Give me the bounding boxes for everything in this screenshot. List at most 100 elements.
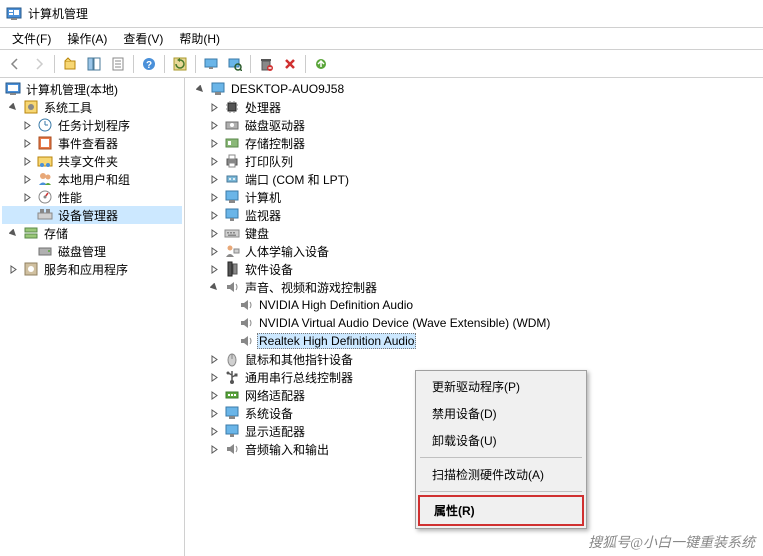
uninstall-button[interactable]	[255, 53, 277, 75]
expand-icon[interactable]	[20, 136, 34, 150]
toolbar-separator	[54, 55, 55, 73]
expand-icon[interactable]	[207, 352, 221, 366]
device-keyboards[interactable]: 键盘	[189, 224, 759, 242]
tree-event-viewer[interactable]: 事件查看器	[2, 134, 182, 152]
expand-icon[interactable]	[207, 154, 221, 168]
expand-icon[interactable]	[20, 118, 34, 132]
device-mice[interactable]: 鼠标和其他指针设备	[189, 350, 759, 368]
device-computer[interactable]: DESKTOP-AUO9J58	[189, 80, 759, 98]
forward-button[interactable]	[28, 53, 50, 75]
device-computer-cat[interactable]: 计算机	[189, 188, 759, 206]
expand-icon[interactable]	[207, 424, 221, 438]
device-label: 网络适配器	[243, 387, 307, 404]
show-hide-tree-button[interactable]	[83, 53, 105, 75]
properties-button[interactable]	[107, 53, 129, 75]
menu-scan-hardware[interactable]: 扫描检测硬件改动(A)	[418, 461, 584, 488]
scan-hardware-button[interactable]	[224, 53, 246, 75]
help-button[interactable]: ?	[138, 53, 160, 75]
device-sound-nvidia-hd[interactable]: NVIDIA High Definition Audio	[189, 296, 759, 314]
toolbar-separator	[195, 55, 196, 73]
device-disk-drives[interactable]: 磁盘驱动器	[189, 116, 759, 134]
menu-separator	[420, 457, 582, 458]
expand-icon[interactable]	[207, 208, 221, 222]
up-button[interactable]	[59, 53, 81, 75]
device-processor[interactable]: 处理器	[189, 98, 759, 116]
expand-icon[interactable]	[207, 442, 221, 456]
device-sound-nvidia-virtual[interactable]: NVIDIA Virtual Audio Device (Wave Extens…	[189, 314, 759, 332]
tree-performance[interactable]: 性能	[2, 188, 182, 206]
expand-icon[interactable]	[207, 388, 221, 402]
device-label: NVIDIA Virtual Audio Device (Wave Extens…	[257, 316, 552, 330]
expand-icon[interactable]	[207, 226, 221, 240]
device-label: 通用串行总线控制器	[243, 369, 355, 386]
expand-icon[interactable]	[207, 100, 221, 114]
expand-icon[interactable]	[207, 172, 221, 186]
tree-label: 磁盘管理	[56, 243, 108, 260]
hid-icon	[224, 243, 240, 259]
expand-icon[interactable]	[207, 118, 221, 132]
left-tree-pane[interactable]: 计算机管理(本地) 系统工具 任务计划程序 事件查看器 共享文件夹	[0, 78, 185, 556]
menu-view[interactable]: 查看(V)	[115, 28, 171, 49]
tree-storage[interactable]: 存储	[2, 224, 182, 242]
toolbar-separator	[250, 55, 251, 73]
tree-root[interactable]: 计算机管理(本地)	[2, 80, 182, 98]
tree-label: 服务和应用程序	[42, 261, 130, 278]
menu-disable-device[interactable]: 禁用设备(D)	[418, 400, 584, 427]
device-sound[interactable]: 声音、视频和游戏控制器	[189, 278, 759, 296]
device-print-queues[interactable]: 打印队列	[189, 152, 759, 170]
collapse-icon[interactable]	[6, 226, 20, 240]
tree-shared-folders[interactable]: 共享文件夹	[2, 152, 182, 170]
tree-disk-management[interactable]: 磁盘管理	[2, 242, 182, 260]
menu-properties[interactable]: 属性(R)	[418, 495, 584, 526]
tree-device-manager[interactable]: 设备管理器	[2, 206, 182, 224]
expand-icon[interactable]	[207, 262, 221, 276]
device-label: 端口 (COM 和 LPT)	[243, 171, 351, 188]
speaker-icon	[238, 315, 254, 331]
device-tree-pane[interactable]: DESKTOP-AUO9J58 处理器 磁盘驱动器 存储控制器 打印队列 端口 …	[185, 78, 763, 556]
expand-icon[interactable]	[207, 136, 221, 150]
device-label: 人体学输入设备	[243, 243, 331, 260]
expand-icon[interactable]	[6, 262, 20, 276]
back-button[interactable]	[4, 53, 26, 75]
tree-task-scheduler[interactable]: 任务计划程序	[2, 116, 182, 134]
menu-file[interactable]: 文件(F)	[4, 28, 59, 49]
collapse-icon[interactable]	[193, 82, 207, 96]
device-label: 软件设备	[243, 261, 295, 278]
tree-system-tools[interactable]: 系统工具	[2, 98, 182, 116]
menu-update-driver[interactable]: 更新驱动程序(P)	[418, 373, 584, 400]
tree-services[interactable]: 服务和应用程序	[2, 260, 182, 278]
device-hid[interactable]: 人体学输入设备	[189, 242, 759, 260]
device-software[interactable]: 软件设备	[189, 260, 759, 278]
disk-icon	[37, 243, 53, 259]
monitor-button[interactable]	[200, 53, 222, 75]
menu-uninstall-device[interactable]: 卸载设备(U)	[418, 427, 584, 454]
update-driver-button[interactable]	[310, 53, 332, 75]
collapse-icon[interactable]	[207, 280, 221, 294]
expand-icon[interactable]	[20, 154, 34, 168]
device-ports[interactable]: 端口 (COM 和 LPT)	[189, 170, 759, 188]
computer-icon	[210, 81, 226, 97]
clock-icon	[37, 117, 53, 133]
event-viewer-icon	[37, 135, 53, 151]
toolbar: ?	[0, 50, 763, 78]
menu-help[interactable]: 帮助(H)	[171, 28, 228, 49]
device-monitors[interactable]: 监视器	[189, 206, 759, 224]
device-sound-realtek[interactable]: Realtek High Definition Audio	[189, 332, 759, 350]
device-storage-controllers[interactable]: 存储控制器	[189, 134, 759, 152]
tree-label: 事件查看器	[56, 135, 120, 152]
expand-icon[interactable]	[207, 190, 221, 204]
expand-icon[interactable]	[207, 370, 221, 384]
menu-action[interactable]: 操作(A)	[59, 28, 115, 49]
disable-button[interactable]	[279, 53, 301, 75]
expand-icon[interactable]	[20, 190, 34, 204]
toolbar-separator	[305, 55, 306, 73]
tree-local-users[interactable]: 本地用户和组	[2, 170, 182, 188]
expand-icon[interactable]	[207, 406, 221, 420]
refresh-button[interactable]	[169, 53, 191, 75]
keyboard-icon	[224, 225, 240, 241]
collapse-icon[interactable]	[6, 100, 20, 114]
device-label: Realtek High Definition Audio	[257, 333, 416, 349]
expand-icon[interactable]	[20, 172, 34, 186]
device-label: 系统设备	[243, 405, 295, 422]
expand-icon[interactable]	[207, 244, 221, 258]
